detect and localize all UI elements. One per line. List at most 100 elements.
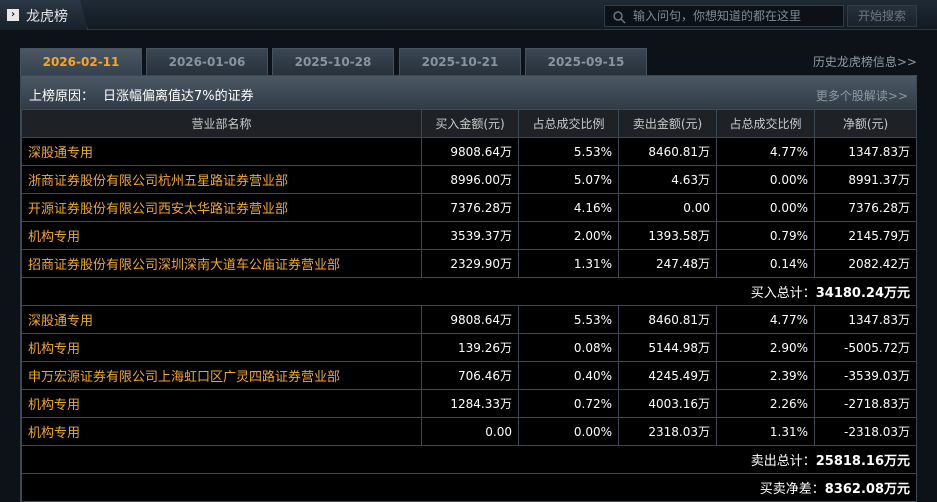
value-cell: 8991.37万 (814, 165, 917, 194)
history-link[interactable]: 历史龙虎榜信息>> (813, 53, 917, 70)
column-header: 占总成交比例 (518, 109, 619, 138)
table-row[interactable]: 开源证券股份有限公司西安太华路证券营业部 7376.28万 4.16% 0.00 0.0… (21, 193, 917, 222)
value-cell: 4.77% (716, 137, 815, 166)
broker-name-cell[interactable]: 开源证券股份有限公司西安太华路证券营业部 (21, 193, 422, 222)
broker-name-cell[interactable]: 机构专用 (21, 333, 422, 362)
tab-2026-01-06[interactable]: 2026-01-06 (146, 48, 268, 75)
value-cell: 1.31% (518, 249, 619, 278)
sell-total-label: 卖出总计： (750, 454, 816, 469)
value-cell: 2.00% (518, 221, 619, 250)
broker-name-cell[interactable]: 申万宏源证券有限公司上海虹口区广灵四路证券营业部 (21, 361, 422, 390)
column-header: 占总成交比例 (716, 109, 815, 138)
reason-text: 日涨幅偏离值达7%的证券 (103, 89, 254, 104)
tab-2025-10-28[interactable]: 2025-10-28 (272, 48, 394, 75)
trading-table: 营业部名称 买入金额(元) 占总成交比例 卖出金额(元) 占总成交比例 净额(元… (21, 109, 917, 502)
broker-name-cell[interactable]: 浙商证券股份有限公司杭州五星路证券营业部 (21, 165, 422, 194)
column-header: 卖出金额(元) (618, 109, 717, 138)
value-cell: 0.14% (716, 249, 815, 278)
value-cell: -5005.72万 (814, 333, 917, 362)
value-cell: -2718.83万 (814, 389, 917, 418)
search-button[interactable]: 开始搜索 (847, 5, 917, 27)
value-cell: 7376.28万 (421, 193, 519, 222)
value-cell: 706.46万 (421, 361, 519, 390)
reason-label: 上榜原因： (29, 89, 95, 104)
sell-total-value: 25818.16万元 (815, 454, 910, 469)
value-cell: 2318.03万 (618, 417, 717, 446)
value-cell: 7376.28万 (814, 193, 917, 222)
value-cell: 5.53% (518, 305, 619, 334)
tab-2025-09-15[interactable]: 2025-09-15 (525, 48, 647, 75)
buy-total-row: 买入总计：34180.24万元 (21, 277, 917, 306)
value-cell: 2.26% (716, 389, 815, 418)
value-cell: 4.77% (716, 305, 815, 334)
value-cell: 8460.81万 (618, 137, 717, 166)
value-cell: 2145.79万 (814, 221, 917, 250)
value-cell: 2.90% (716, 333, 815, 362)
broker-name-cell[interactable]: 机构专用 (21, 417, 422, 446)
window-title: 龙虎榜 (26, 9, 68, 25)
value-cell: 0.72% (518, 389, 619, 418)
more-analysis-link[interactable]: 更多个股解读>> (816, 87, 908, 104)
table-row[interactable]: 深股通专用 9808.64万 5.53% 8460.81万 4.77% 1347.83万 (21, 305, 917, 334)
value-cell: 2329.90万 (421, 249, 519, 278)
column-header: 净额(元) (814, 109, 917, 138)
broker-name-cell[interactable]: 深股通专用 (21, 137, 422, 166)
broker-name-cell[interactable]: 机构专用 (21, 221, 422, 250)
tab-2025-10-21[interactable]: 2025-10-21 (399, 48, 521, 75)
broker-name-cell[interactable]: 深股通专用 (21, 305, 422, 334)
value-cell: 0.00% (716, 193, 815, 222)
value-cell: 0.00% (518, 417, 619, 446)
value-cell: 4003.16万 (618, 389, 717, 418)
table-row[interactable]: 浙商证券股份有限公司杭州五星路证券营业部 8996.00万 5.07% 4.63万 0.… (21, 165, 917, 194)
value-cell: -2318.03万 (814, 417, 917, 446)
chevron-right-icon: › (7, 9, 19, 21)
table-row[interactable]: 机构专用 139.26万 0.08% 5144.98万 2.90% -5005.72万 (21, 333, 917, 362)
value-cell: 139.26万 (421, 333, 519, 362)
value-cell: 1347.83万 (814, 305, 917, 334)
value-cell: 3539.37万 (421, 221, 519, 250)
broker-name-cell[interactable]: 机构专用 (21, 389, 422, 418)
value-cell: 247.48万 (618, 249, 717, 278)
value-cell: 1.31% (716, 417, 815, 446)
value-cell: 1284.33万 (421, 389, 519, 418)
value-cell: 0.40% (518, 361, 619, 390)
value-cell: 0.00 (618, 193, 717, 222)
buy-rows: 深股通专用 9808.64万 5.53% 8460.81万 4.77% 1347.83万浙… (21, 137, 917, 278)
table-header-row: 营业部名称 买入金额(元) 占总成交比例 卖出金额(元) 占总成交比例 净额(元… (21, 109, 917, 138)
table-row[interactable]: 申万宏源证券有限公司上海虹口区广灵四路证券营业部 706.46万 0.40% 4245… (21, 361, 917, 390)
table-row[interactable]: 深股通专用 9808.64万 5.53% 8460.81万 4.77% 1347.83万 (21, 137, 917, 166)
net-total-row: 买卖净差：8362.08万元 (21, 473, 917, 502)
value-cell: 0.79% (716, 221, 815, 250)
column-header: 买入金额(元) (421, 109, 519, 138)
window-title-tab[interactable]: › 龙虎榜 (0, 0, 88, 30)
value-cell: 2.39% (716, 361, 815, 390)
value-cell: 4.16% (518, 193, 619, 222)
dragon-tiger-panel: 上榜原因： 日涨幅偏离值达7%的证券 更多个股解读>> 营业部名称 买入金额(元… (20, 75, 917, 502)
broker-name-cell[interactable]: 招商证券股份有限公司深圳深南大道车公庙证券营业部 (21, 249, 422, 278)
table-row[interactable]: 机构专用 3539.37万 2.00% 1393.58万 0.79% 2145.79万 (21, 221, 917, 250)
value-cell: 5.53% (518, 137, 619, 166)
value-cell: -3539.03万 (814, 361, 917, 390)
net-total-label: 买卖净差： (759, 482, 825, 497)
sell-total-row: 卖出总计：25818.16万元 (21, 445, 917, 474)
value-cell: 5.07% (518, 165, 619, 194)
search-box[interactable] (604, 5, 844, 27)
value-cell: 4245.49万 (618, 361, 717, 390)
value-cell: 5144.98万 (618, 333, 717, 362)
buy-total-label: 买入总计： (750, 286, 816, 301)
search-icon (613, 11, 626, 24)
search-input[interactable] (633, 7, 838, 25)
table-row[interactable]: 招商证券股份有限公司深圳深南大道车公庙证券营业部 2329.90万 1.31% 247… (21, 249, 917, 278)
value-cell: 4.63万 (618, 165, 717, 194)
value-cell: 1347.83万 (814, 137, 917, 166)
value-cell: 8460.81万 (618, 305, 717, 334)
tab-2026-02-11[interactable]: 2026-02-11 (20, 48, 142, 76)
top-bar: › 龙虎榜 开始搜索 (0, 0, 937, 30)
value-cell: 9808.64万 (421, 305, 519, 334)
column-header: 营业部名称 (21, 109, 422, 138)
reason-bar: 上榜原因： 日涨幅偏离值达7%的证券 更多个股解读>> (21, 76, 916, 109)
value-cell: 0.08% (518, 333, 619, 362)
table-row[interactable]: 机构专用 1284.33万 0.72% 4003.16万 2.26% -2718.83万 (21, 389, 917, 418)
value-cell: 0.00% (716, 165, 815, 194)
table-row[interactable]: 机构专用 0.00 0.00% 2318.03万 1.31% -2318.03万 (21, 417, 917, 446)
